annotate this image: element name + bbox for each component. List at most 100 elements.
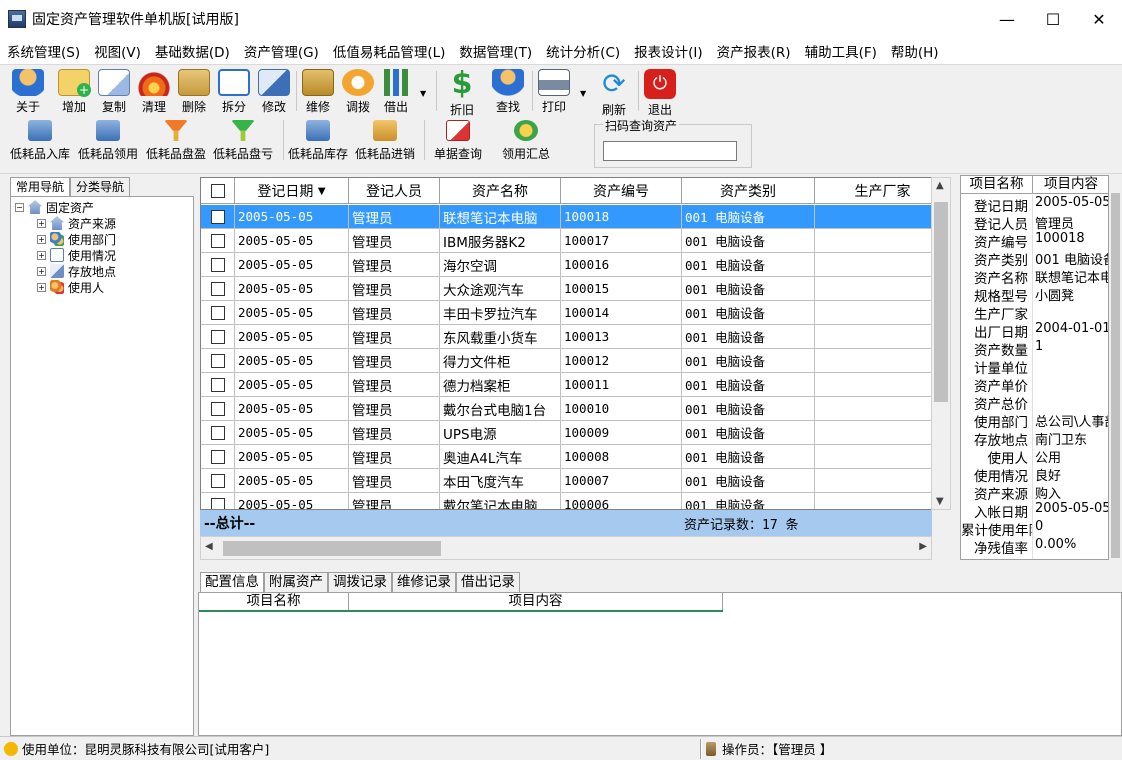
property-row[interactable]: 资产编号 100018 (961, 231, 1108, 249)
menu-asset-reports[interactable]: 资产报表(R) (710, 41, 798, 61)
table-row[interactable]: 2005-05-05 管理员 丰田卡罗拉汽车 100014 001 电脑设备 (201, 301, 931, 325)
print-dropdown-arrow[interactable]: ▼ (580, 89, 586, 98)
use-summary-button[interactable]: 领用汇总 (502, 120, 550, 162)
tab-config-info[interactable]: 配置信息 (200, 572, 264, 592)
menu-consumables[interactable]: 低值易耗品管理(L) (326, 41, 453, 61)
refresh-button[interactable]: ⟳ 刷新 (592, 67, 636, 118)
minimize-button[interactable]: — (984, 0, 1030, 38)
property-row[interactable]: 使用部门总公司\人事部 (961, 411, 1108, 429)
menu-basic-data[interactable]: 基础数据(D) (148, 41, 237, 61)
tab-lend-records[interactable]: 借出记录 (456, 572, 520, 592)
row-checkbox[interactable] (210, 425, 225, 440)
split-button[interactable]: 拆分 (212, 67, 256, 115)
property-row[interactable]: 生产厂家 (961, 303, 1108, 321)
scrollbar-thumb[interactable] (1111, 193, 1120, 558)
property-row[interactable]: 登记人员 管理员 (961, 213, 1108, 231)
property-row[interactable]: 备注 (961, 555, 1108, 559)
property-row[interactable]: 资产单价 (961, 375, 1108, 393)
scrollbar-thumb[interactable] (934, 202, 948, 402)
tree-root[interactable]: − 固定资产 (15, 199, 94, 215)
doc-query-button[interactable]: 单据查询 (434, 120, 482, 162)
row-checkbox[interactable] (210, 377, 225, 392)
col-manufacturer[interactable]: 生产厂家 (815, 178, 931, 204)
tab-common-nav[interactable]: 常用导航 (10, 177, 71, 197)
row-checkbox[interactable] (210, 497, 225, 509)
scroll-down-icon[interactable]: ▼ (936, 496, 944, 507)
property-row[interactable]: 规格型号 小圆凳 (961, 285, 1108, 303)
grid-vertical-scrollbar[interactable]: ▲ ▼ (931, 177, 951, 510)
property-row[interactable]: 资产类别 001 电脑设备 (961, 249, 1108, 267)
col-asset-category[interactable]: 资产类别 (682, 178, 815, 204)
consumable-loss-button[interactable]: 低耗品盘亏 (213, 120, 273, 162)
row-checkbox[interactable] (210, 257, 225, 272)
exit-button[interactable]: ⏻ 退出 (638, 67, 682, 117)
row-checkbox[interactable] (210, 209, 225, 224)
close-button[interactable]: ✕ (1076, 0, 1122, 38)
table-row[interactable]: 2005-05-05 管理员 UPS电源 100009 001 电脑设备 (201, 421, 931, 445)
col-asset-no[interactable]: 资产编号 (561, 178, 682, 204)
table-row[interactable]: 2005-05-05 管理员 东风载重小货车 100013 001 电脑设备 (201, 325, 931, 349)
table-row[interactable]: 2005-05-05 管理员 戴尔台式电脑1台 100010 001 电脑设备 (201, 397, 931, 421)
clear-button[interactable]: 清理 (132, 67, 176, 115)
property-row[interactable]: 登记日期 2005-05-05 (961, 195, 1108, 213)
tree-item-source[interactable]: + 资产来源 (37, 215, 116, 231)
tree-item-user[interactable]: + 使用人 (37, 279, 104, 295)
scrollbar-thumb[interactable] (223, 541, 441, 556)
consumable-use-button[interactable]: 低耗品领用 (78, 120, 138, 162)
menu-help[interactable]: 帮助(H) (884, 41, 946, 61)
table-row[interactable]: 2005-05-05 管理员 戴尔笔记本电脑 100006 001 电脑设备 (201, 493, 931, 509)
col-asset-name[interactable]: 资产名称 (440, 178, 561, 204)
scroll-left-icon[interactable]: ◀ (205, 541, 213, 552)
lend-dropdown-arrow[interactable]: ▼ (420, 89, 426, 98)
tab-attached-assets[interactable]: 附属资产 (264, 572, 328, 592)
depreciate-button[interactable]: $ 折旧 (440, 67, 484, 118)
property-row[interactable]: 使用情况 良好 (961, 465, 1108, 483)
property-row[interactable]: 计量单位 (961, 357, 1108, 375)
print-button[interactable]: 打印 (532, 67, 576, 115)
property-row[interactable]: 净残值率 0.00% (961, 537, 1108, 555)
property-row[interactable]: 存放地点 南门卫东 (961, 429, 1108, 447)
property-row[interactable]: 出厂日期 2004-01-01 (961, 321, 1108, 339)
add-button[interactable]: + 增加 (52, 67, 96, 115)
property-row[interactable]: 使用人 公用 (961, 447, 1108, 465)
tab-category-nav[interactable]: 分类导航 (70, 177, 131, 197)
consumable-surplus-button[interactable]: 低耗品盘盈 (146, 120, 206, 162)
menu-statistics[interactable]: 统计分析(C) (539, 41, 627, 61)
expand-icon[interactable]: + (37, 266, 46, 276)
table-row[interactable]: 2005-05-05 管理员 奥迪A4L汽车 100008 001 电脑设备 (201, 445, 931, 469)
menu-tools[interactable]: 辅助工具(F) (798, 41, 884, 61)
row-checkbox[interactable] (210, 281, 225, 296)
property-row[interactable]: 资产总价 (961, 393, 1108, 411)
table-row[interactable]: 2005-05-05 管理员 IBM服务器K2 100017 001 电脑设备 (201, 229, 931, 253)
table-row[interactable]: 2005-05-05 管理员 海尔空调 100016 001 电脑设备 (201, 253, 931, 277)
about-button[interactable]: 关于 (6, 67, 50, 115)
tree-item-usage[interactable]: + 使用情况 (37, 247, 116, 263)
scroll-up-icon[interactable]: ▲ (936, 180, 944, 191)
table-row[interactable]: 2005-05-05 管理员 德力档案柜 100011 001 电脑设备 (201, 373, 931, 397)
property-row[interactable]: 资产数量 1 (961, 339, 1108, 357)
row-checkbox[interactable] (210, 449, 225, 464)
row-checkbox[interactable] (210, 305, 225, 320)
tab-repair-records[interactable]: 维修记录 (392, 572, 456, 592)
collapse-icon[interactable]: − (15, 202, 24, 212)
property-row[interactable]: 累计使用年限0 (961, 519, 1108, 537)
expand-icon[interactable]: + (37, 282, 46, 292)
row-checkbox[interactable] (210, 401, 225, 416)
delete-button[interactable]: 删除 (172, 67, 216, 115)
row-checkbox[interactable] (210, 329, 225, 344)
property-row[interactable]: 资产来源 购入 (961, 483, 1108, 501)
tree-item-location[interactable]: + 存放地点 (37, 263, 116, 279)
consumable-flow-button[interactable]: 低耗品进销 (355, 120, 415, 162)
table-row[interactable]: 2005-05-05 管理员 本田飞度汽车 100007 001 电脑设备 (201, 469, 931, 493)
grid-horizontal-scrollbar[interactable]: ◀ ▶ (200, 536, 932, 560)
modify-button[interactable]: 修改 (252, 67, 296, 115)
col-registrar[interactable]: 登记人员 (349, 178, 440, 204)
expand-icon[interactable]: + (37, 250, 46, 260)
barcode-input[interactable] (603, 141, 737, 161)
col-register-date[interactable]: 登记日期 ▼ (235, 178, 349, 204)
table-row[interactable]: 2005-05-05 管理员 联想笔记本电脑 100018 001 电脑设备 (201, 205, 931, 229)
find-button[interactable]: 查找 (486, 67, 530, 115)
select-all-checkbox[interactable] (210, 184, 225, 198)
expand-icon[interactable]: + (37, 218, 46, 228)
expand-icon[interactable]: + (37, 234, 46, 244)
